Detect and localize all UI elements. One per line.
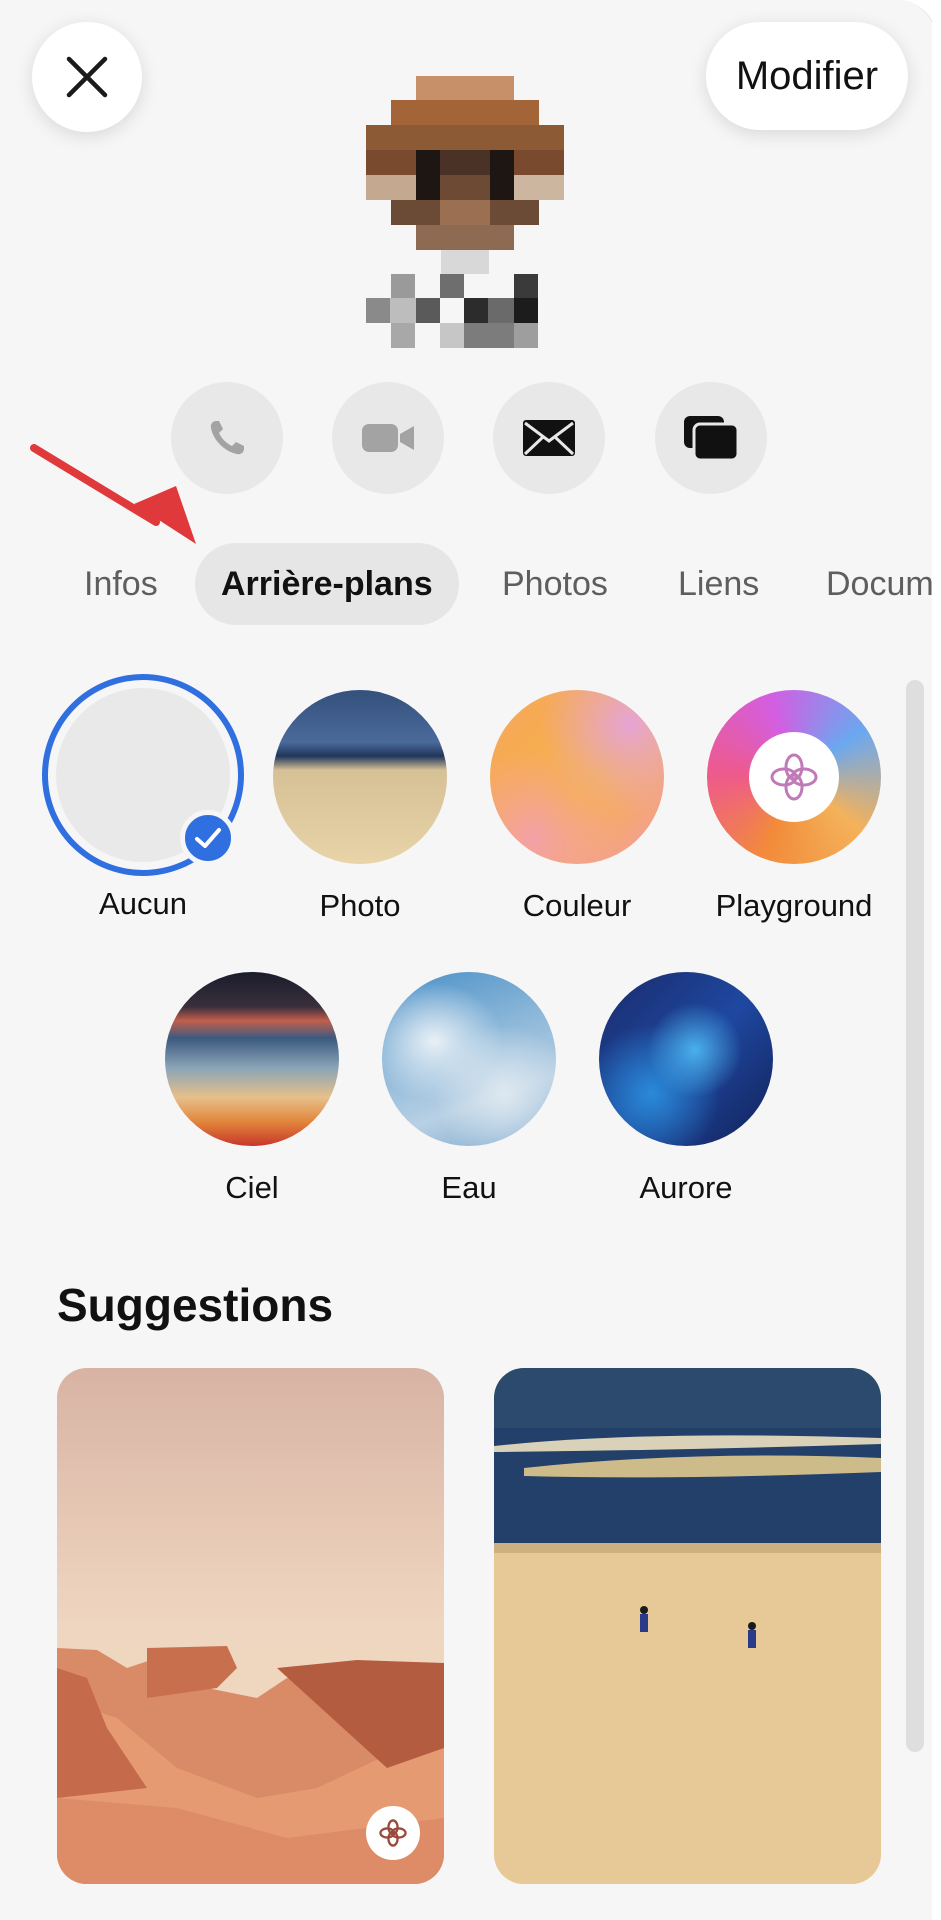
window-edge [932, 0, 941, 1920]
background-option-photo[interactable]: Photo [260, 690, 460, 924]
tab-documents[interactable]: Docum [826, 543, 934, 625]
none-swatch [56, 688, 236, 866]
background-option-label: Playground [715, 888, 873, 923]
background-option-water[interactable]: Eau [369, 972, 569, 1206]
background-option-label: Aucun [99, 886, 187, 921]
background-option-aurora[interactable]: Aurore [586, 972, 786, 1206]
playground-badge-icon [366, 1806, 420, 1860]
chat-bubbles-icon [684, 416, 740, 462]
suggestions-title: Suggestions [57, 1279, 334, 1331]
background-option-label: Ciel [225, 1170, 279, 1205]
checkmark-icon [180, 810, 236, 866]
mail-button[interactable] [493, 382, 605, 494]
phone-icon [210, 421, 244, 455]
video-camera-icon [362, 424, 414, 452]
playground-swatch [707, 690, 881, 864]
edit-button[interactable]: Modifier [706, 22, 908, 130]
messages-button[interactable] [655, 382, 767, 494]
tab-backgrounds[interactable]: Arrière-plans [195, 543, 459, 625]
background-option-label: Photo [319, 888, 401, 923]
scrollbar[interactable] [906, 680, 924, 1752]
water-swatch [382, 972, 556, 1146]
contact-panel: Modifier Infos Arrière-plans Photos Lien… [0, 0, 937, 1920]
playground-icon [749, 732, 839, 822]
suggestion-card-dune-photo[interactable] [494, 1368, 881, 1884]
envelope-icon [523, 420, 575, 456]
avatar [366, 76, 564, 348]
color-swatch [490, 690, 664, 864]
aurora-swatch [599, 972, 773, 1146]
sky-swatch [165, 972, 339, 1146]
close-button[interactable] [32, 22, 142, 132]
background-option-none[interactable]: Aucun [43, 688, 243, 922]
annotation-arrow-icon [30, 444, 196, 544]
video-call-button[interactable] [332, 382, 444, 494]
background-option-sky[interactable]: Ciel [152, 972, 352, 1206]
close-icon [66, 56, 108, 98]
tab-links[interactable]: Liens [678, 543, 759, 625]
background-option-label: Couleur [522, 888, 632, 923]
tab-photos[interactable]: Photos [502, 543, 608, 625]
dune-photo [494, 1368, 881, 1884]
tab-bar: Infos Arrière-plans Photos Liens Docum [0, 543, 936, 625]
background-option-label: Eau [441, 1170, 497, 1205]
background-option-label: Aurore [639, 1170, 733, 1205]
background-option-color[interactable]: Couleur [477, 690, 677, 924]
dune-photo-thumbnail [273, 690, 447, 864]
tab-infos[interactable]: Infos [84, 543, 158, 625]
background-option-playground[interactable]: Playground [694, 690, 894, 924]
suggestion-card-desert[interactable] [57, 1368, 444, 1884]
